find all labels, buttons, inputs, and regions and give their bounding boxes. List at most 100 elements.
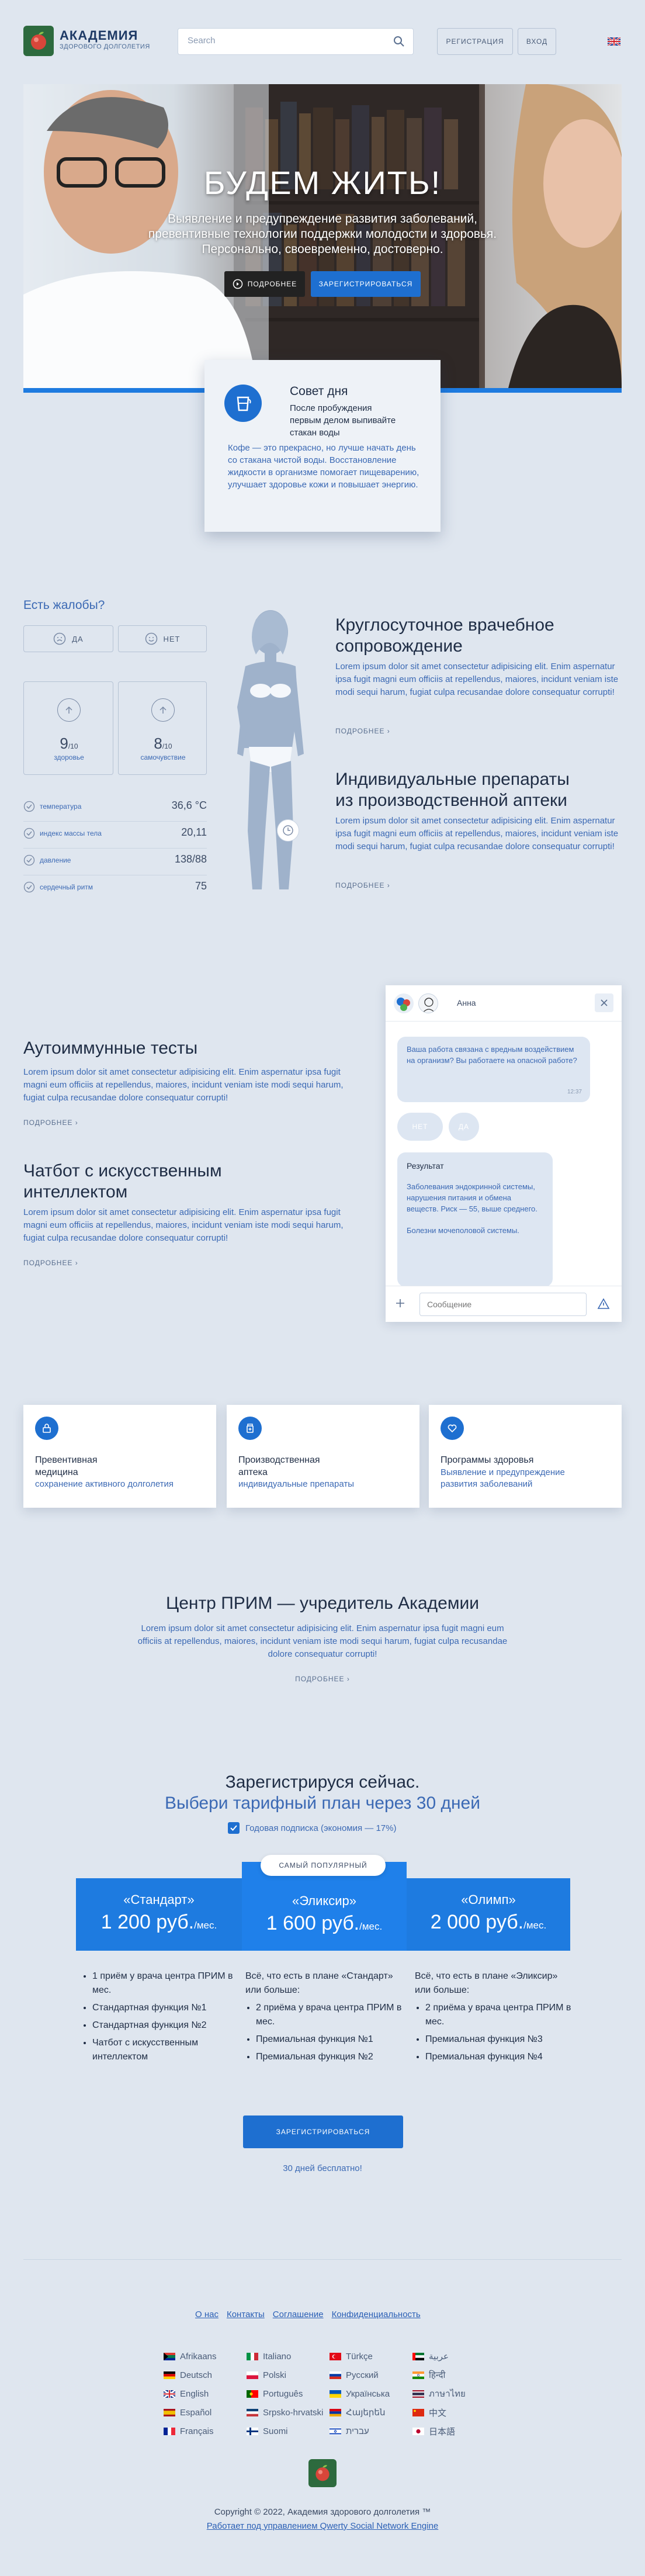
hero-more-button[interactable]: ПОДРОБНЕЕ	[224, 271, 305, 297]
language-item[interactable]: Srpsko-hrvatski	[247, 2405, 330, 2419]
search-icon[interactable]	[393, 36, 405, 47]
service-more-label: ПОДРОБНЕЕ	[335, 727, 385, 735]
language-item[interactable]: Українська	[330, 2387, 412, 2401]
plan-name: «Эликсир»	[292, 1893, 357, 1908]
pricing-subtitle: Выбери тарифный план через 30 дней	[165, 1793, 480, 1813]
plan-feature: Премиальная функция №2	[256, 2050, 403, 2064]
send-icon[interactable]	[597, 1298, 610, 1310]
vital-row-value: 20,11	[181, 826, 207, 838]
language-item[interactable]: Español	[164, 2405, 247, 2419]
checkbox-checked-icon[interactable]	[228, 1822, 240, 1834]
language-item[interactable]: Français	[164, 2424, 247, 2438]
feature-card[interactable]: Производственная аптека индивидуальные пр…	[227, 1405, 419, 1508]
language-item[interactable]: Deutsch	[164, 2368, 247, 2382]
center-more-link[interactable]: ПОДРОБНЕЕ ›	[23, 1675, 622, 1683]
check-circle-icon	[23, 827, 35, 839]
flag-icon	[330, 2427, 341, 2435]
chat-message-input[interactable]	[419, 1293, 587, 1316]
pricing-register-button[interactable]: ЗАРЕГИСТРИРОВАТЬСЯ	[243, 2115, 403, 2148]
language-item[interactable]: عربية	[412, 2349, 495, 2363]
plan-card-standard[interactable]: «Стандарт» 1 200 руб./мес.	[76, 1878, 242, 1951]
flag-icon	[330, 2371, 341, 2379]
language-label: Deutsch	[180, 2370, 213, 2380]
complaints-title: Есть жалобы?	[23, 598, 105, 612]
plan-card-olymp[interactable]: «Олимп» 2 000 руб./мес.	[407, 1878, 570, 1951]
language-flag-icon[interactable]	[608, 37, 620, 46]
language-item[interactable]: 日本語	[412, 2424, 495, 2438]
vital-row[interactable]: индекс массы тела 20,11	[23, 822, 207, 849]
search-input[interactable]	[188, 36, 386, 46]
language-item[interactable]: Suomi	[247, 2424, 330, 2438]
annual-subscription-toggle[interactable]: Годовая подписка (экономия — 17%)	[228, 1822, 396, 1834]
feature-card[interactable]: Превентивная медицина сохранение активног…	[23, 1405, 216, 1508]
clock-icon[interactable]	[277, 819, 299, 842]
plan-features-intro: Всё, что есть в плане «Эликсир» или боль…	[415, 1971, 558, 1995]
service-more-link[interactable]: ПОДРОБНЕЕ ›	[335, 727, 390, 735]
chat-answer-no-button[interactable]: НЕТ	[397, 1113, 443, 1141]
language-item[interactable]: Türkçe	[330, 2349, 412, 2363]
service-text: Lorem ipsum dolor sit amet consectetur a…	[335, 816, 619, 851]
language-item[interactable]: ภาษาไทย	[412, 2387, 495, 2401]
logo[interactable]	[23, 26, 54, 56]
vital-row-value: 138/88	[174, 853, 207, 865]
vital-row[interactable]: сердечный ритм 75	[23, 875, 207, 902]
chat-result-text: Заболевания эндокринной системы, нарушен…	[407, 1182, 538, 1213]
vital-row[interactable]: температура 36,6 °C	[23, 795, 207, 822]
language-item[interactable]: English	[164, 2387, 247, 2401]
footer-link-contacts[interactable]: Контакты	[227, 2310, 265, 2319]
feature-card[interactable]: Программы здоровья Выявление и предупреж…	[429, 1405, 622, 1508]
complaint-yes-button[interactable]: ДА	[23, 625, 113, 652]
service-more-label: ПОДРОБНЕЕ	[335, 881, 385, 889]
register-button[interactable]: РЕГИСТРАЦИЯ	[437, 28, 513, 55]
footer-link-about[interactable]: О нас	[195, 2310, 219, 2319]
plan-features-intro: Всё, что есть в плане «Стандарт» или бол…	[245, 1971, 393, 1995]
plus-icon[interactable]	[395, 1298, 405, 1308]
vital-wellbeing-unit: /10	[162, 742, 172, 750]
language-item[interactable]: Polski	[247, 2368, 330, 2382]
service-more-link[interactable]: ПОДРОБНЕЕ ›	[23, 1259, 78, 1267]
language-label: 中文	[429, 2408, 447, 2418]
complaint-yes-label: ДА	[72, 634, 84, 643]
plan-period: /мес.	[523, 1920, 547, 1931]
language-label: ภาษาไทย	[429, 2389, 466, 2399]
service-more-link[interactable]: ПОДРОБНЕЕ ›	[335, 881, 390, 889]
footer-logo[interactable]	[308, 2459, 337, 2487]
feature-subtitle: индивидуальные препараты	[238, 1479, 354, 1489]
complaint-no-button[interactable]: НЕТ	[118, 625, 207, 652]
vital-wellbeing-value: 8	[154, 735, 162, 752]
feature-subtitle-line: развития заболеваний	[441, 1479, 533, 1489]
service-more-label: ПОДРОБНЕЕ	[23, 1259, 73, 1267]
pricing-title: Зарегистрируся сейчас.	[225, 1772, 420, 1792]
language-item[interactable]: Afrikaans	[164, 2349, 247, 2363]
flag-icon	[247, 2371, 258, 2379]
center-text: Lorem ipsum dolor sit amet consectetur a…	[137, 1623, 508, 1659]
vital-row[interactable]: давление 138/88	[23, 849, 207, 875]
login-button[interactable]: ВХОД	[518, 28, 556, 55]
vital-wellbeing-box[interactable]: 8/10 самочувствие	[118, 681, 207, 775]
plan-feature: Стандартная функция №1	[92, 2001, 240, 2015]
chevron-right-icon: ›	[75, 1259, 78, 1267]
language-item[interactable]: 中文	[412, 2405, 495, 2419]
chat-input-bar	[386, 1286, 622, 1322]
chat-answer-yes-button[interactable]: ДА	[449, 1113, 479, 1141]
pharmacy-bottle-icon	[238, 1417, 262, 1440]
language-item[interactable]: Русский	[330, 2368, 412, 2382]
footer-link-agreement[interactable]: Соглашение	[273, 2310, 324, 2319]
language-item[interactable]: Italiano	[247, 2349, 330, 2363]
body-figure[interactable]	[233, 608, 308, 894]
vital-health-box[interactable]: 9/10 здоровье	[23, 681, 113, 775]
close-icon[interactable]	[595, 993, 613, 1012]
feature-title: Превентивная медицина	[35, 1454, 204, 1479]
plan-feature: Премиальная функция №4	[425, 2050, 573, 2064]
language-item[interactable]: עברית	[330, 2424, 412, 2438]
footer-link-privacy[interactable]: Конфиденциальность	[332, 2310, 421, 2319]
chevron-right-icon: ›	[346, 1675, 350, 1683]
service-more-link[interactable]: ПОДРОБНЕЕ ›	[23, 1119, 78, 1127]
language-item[interactable]: Português	[247, 2387, 330, 2401]
chevron-right-icon: ›	[387, 727, 390, 735]
engine-link[interactable]: Работает под управлением Qwerty Social N…	[23, 2521, 622, 2531]
language-item[interactable]: Հայերեն	[330, 2405, 412, 2419]
feature-title-line: Превентивная	[35, 1455, 98, 1465]
hero-register-button[interactable]: ЗАРЕГИСТРИРОВАТЬСЯ	[311, 271, 421, 297]
language-item[interactable]: हिन्दी	[412, 2368, 495, 2382]
